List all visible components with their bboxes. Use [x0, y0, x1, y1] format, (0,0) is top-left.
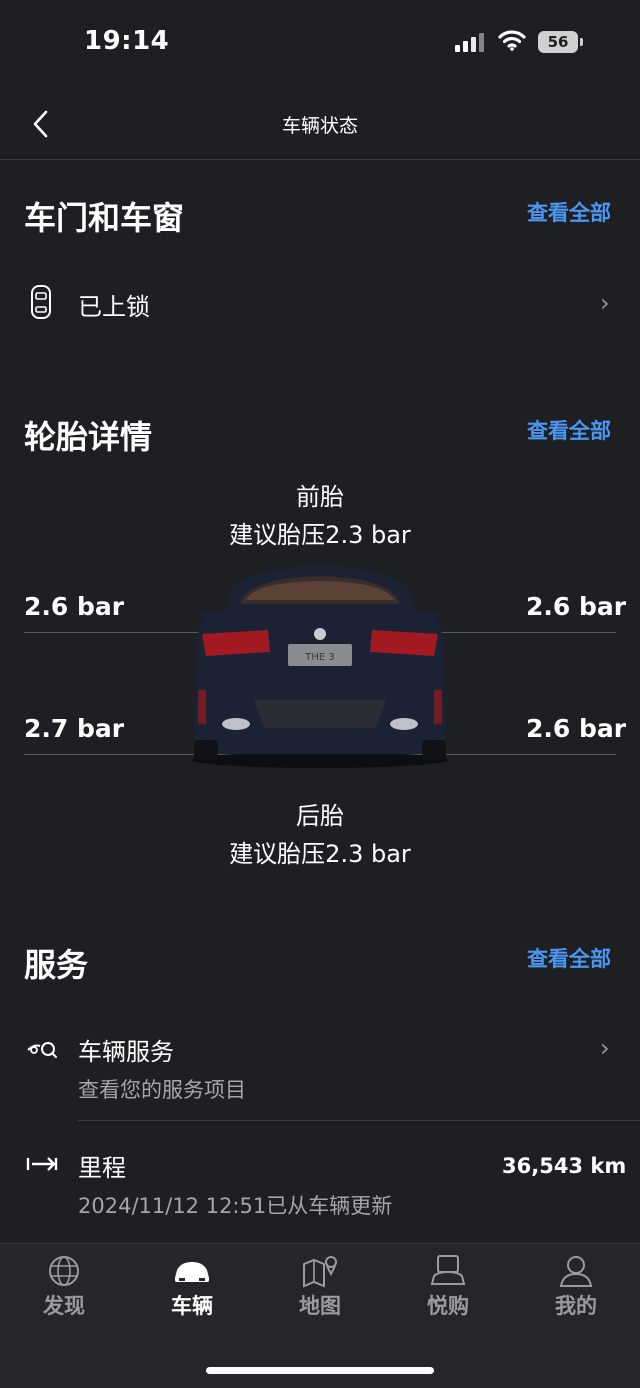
tires-view-all-link[interactable]: 查看全部 — [527, 415, 611, 445]
wifi-icon — [498, 30, 526, 51]
tire-front-left: 2.6 bar — [24, 592, 125, 621]
map-pin-icon — [303, 1256, 337, 1288]
globe-icon — [49, 1256, 79, 1286]
front-tire-label: 前胎 — [296, 483, 344, 511]
chevron-right-icon: › — [600, 289, 610, 317]
car-rear-image: THE 3 — [192, 566, 448, 768]
service-wrench-icon — [27, 1042, 57, 1058]
mileage-updated: 2024/11/12 12:51已从车辆更新 — [78, 1194, 393, 1218]
battery-icon: 56 — [538, 31, 583, 53]
tire-front-right: 2.6 bar — [526, 592, 627, 621]
tire-rear-left: 2.7 bar — [24, 714, 125, 743]
doors-section-title: 车门和车窗 — [24, 199, 185, 237]
rear-tire-recommended: 建议胎压2.3 bar — [229, 840, 411, 868]
tire-rear-right: 2.6 bar — [526, 714, 627, 743]
tab-vehicle[interactable]: 车辆 — [128, 1254, 256, 1320]
page-title: 车辆状态 — [281, 115, 358, 137]
tab-shop[interactable]: 悦购 — [384, 1254, 512, 1320]
person-icon — [559, 1256, 593, 1287]
home-indicator — [206, 1367, 434, 1374]
car-lock-icon — [31, 285, 51, 319]
mileage-row: 里程 36,543 km 2024/11/12 12:51已从车辆更新 — [0, 1142, 640, 1222]
status-time: 19:14 — [84, 26, 170, 56]
service-section-title: 服务 — [24, 946, 89, 984]
tab-discover-label: 发现 — [43, 1294, 85, 1318]
mileage-arrow-icon — [26, 1157, 58, 1171]
rear-tire-label: 后胎 — [296, 802, 344, 830]
vehicle-service-subtitle: 查看您的服务项目 — [78, 1078, 246, 1102]
vehicle-service-title: 车辆服务 — [78, 1038, 174, 1066]
mileage-value: 36,543 km — [502, 1154, 627, 1178]
tab-me[interactable]: 我的 — [512, 1254, 640, 1320]
tab-map-label: 地图 — [299, 1294, 341, 1318]
tab-shop-label: 悦购 — [427, 1294, 469, 1318]
tires-section-title: 轮胎详情 — [24, 418, 153, 456]
tab-discover[interactable]: 发现 — [0, 1254, 128, 1320]
service-view-all-link[interactable]: 查看全部 — [527, 943, 611, 973]
door-lock-row[interactable]: 已上锁 › — [0, 270, 640, 336]
tab-map[interactable]: 地图 — [256, 1254, 384, 1320]
shopping-car-icon — [430, 1255, 466, 1285]
door-lock-status: 已上锁 — [78, 293, 150, 321]
mileage-title: 里程 — [78, 1154, 126, 1182]
cellular-signal-icon — [455, 32, 487, 52]
doors-view-all-link[interactable]: 查看全部 — [527, 197, 611, 227]
tab-vehicle-label: 车辆 — [171, 1294, 213, 1318]
chevron-right-icon: › — [600, 1034, 610, 1062]
front-tire-recommended: 建议胎压2.3 bar — [229, 521, 411, 549]
service-divider — [78, 1120, 640, 1121]
svg-text:THE 3: THE 3 — [304, 652, 335, 663]
tab-me-label: 我的 — [555, 1294, 597, 1318]
vehicle-service-row[interactable]: 车辆服务 查看您的服务项目 › — [0, 1024, 640, 1114]
car-icon — [175, 1262, 209, 1282]
header-divider — [0, 159, 640, 160]
